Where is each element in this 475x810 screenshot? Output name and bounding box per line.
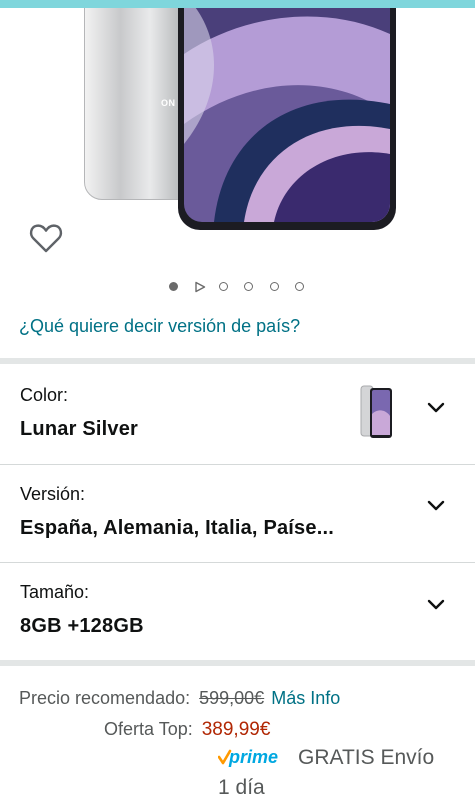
- row-divider: [0, 464, 475, 465]
- video-play-icon[interactable]: [194, 281, 206, 293]
- free-shipping-text: GRATIS Envío: [298, 746, 435, 769]
- carousel-dot[interactable]: [270, 282, 279, 291]
- section-divider: [0, 660, 475, 666]
- carousel-dot[interactable]: [295, 282, 304, 291]
- option-value: 8GB +128GB: [20, 615, 144, 637]
- offer-price-label: Oferta Top:: [104, 719, 193, 739]
- recommended-price-row: Precio recomendado: 599,00€ Más Info: [19, 688, 340, 709]
- option-value: Lunar Silver: [20, 418, 138, 440]
- more-info-link[interactable]: Más Info: [271, 688, 340, 708]
- section-divider: [0, 358, 475, 364]
- offer-price-row: Oferta Top: 389,99€: [104, 719, 270, 741]
- option-label: Versión:: [20, 484, 86, 504]
- wallpaper-graphic: [184, 8, 390, 222]
- chevron-down-icon[interactable]: [426, 598, 446, 612]
- recommended-price-label: Precio recomendado:: [19, 688, 191, 708]
- prime-logo-text: prime: [228, 747, 278, 767]
- carousel-dot[interactable]: [244, 282, 253, 291]
- brand-mark: ON: [161, 98, 176, 108]
- shipping-time: 1 día: [218, 776, 265, 799]
- carousel-dot[interactable]: [219, 282, 228, 291]
- phone-front-image: [178, 8, 396, 230]
- option-value: España, Alemania, Italia, Paíse...: [20, 517, 334, 539]
- color-thumbnail: [360, 385, 392, 438]
- row-divider: [0, 562, 475, 563]
- carousel-dot[interactable]: [169, 282, 178, 291]
- top-accent-bar: [0, 0, 475, 8]
- recommended-price: 599,00€: [199, 688, 265, 708]
- chevron-down-icon[interactable]: [426, 499, 446, 513]
- option-label: Color:: [20, 385, 69, 405]
- prime-logo: prime: [218, 747, 278, 767]
- chevron-down-icon[interactable]: [426, 401, 446, 415]
- country-version-link[interactable]: ¿Qué quiere decir versión de país?: [19, 316, 300, 337]
- offer-price: 389,99€: [201, 719, 271, 740]
- phone-screen: [184, 8, 390, 222]
- image-carousel-indicator: [0, 278, 475, 298]
- heart-outline-icon[interactable]: [29, 222, 63, 254]
- product-image[interactable]: ON: [0, 8, 475, 268]
- option-label: Tamaño:: [20, 582, 90, 602]
